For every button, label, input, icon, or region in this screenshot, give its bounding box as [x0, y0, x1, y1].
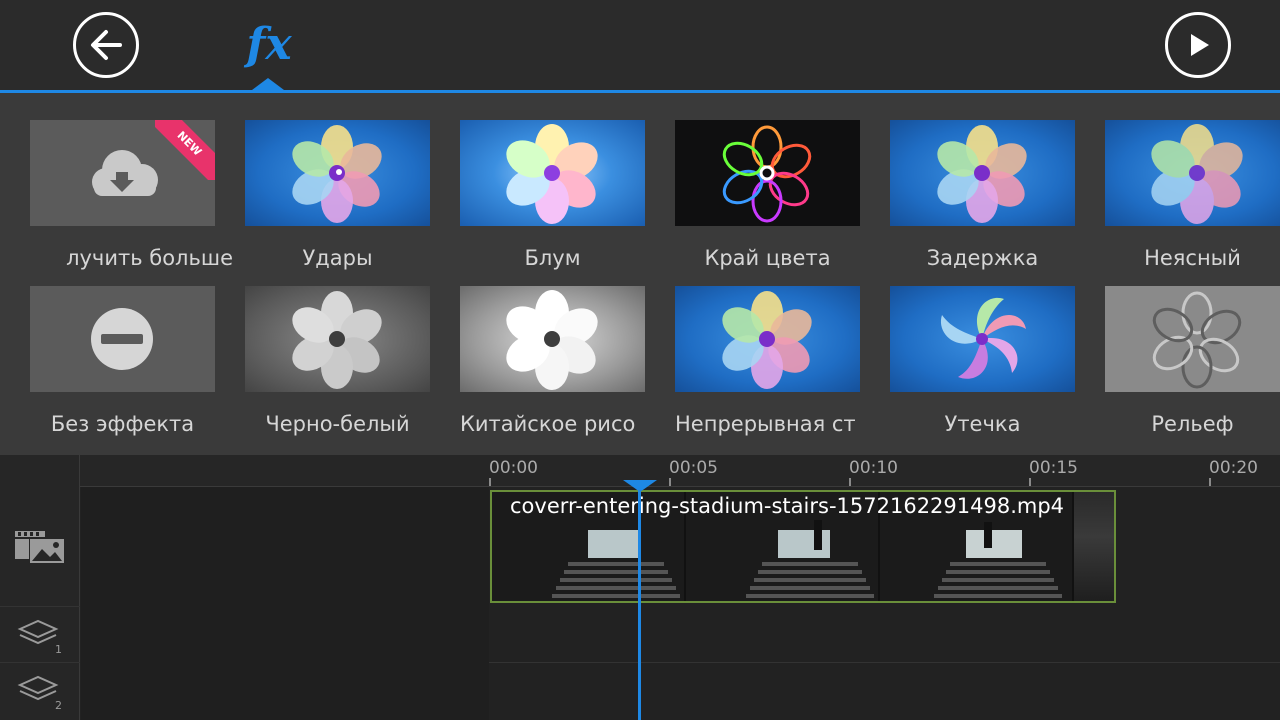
back-button[interactable] — [73, 12, 139, 78]
effect-label: Неясный — [1144, 246, 1241, 270]
svg-text:1: 1 — [55, 643, 62, 655]
clip-frame — [1074, 492, 1114, 601]
tick-label: 00:00 — [489, 458, 538, 478]
effect-thumbnail — [1105, 286, 1280, 392]
swirl-icon — [940, 297, 1026, 379]
pinwheel-icon — [292, 125, 382, 223]
tick — [669, 478, 671, 486]
effect-label: Рельеф — [1151, 412, 1234, 436]
pinwheel-icon — [937, 125, 1027, 223]
playhead[interactable] — [638, 483, 641, 720]
tick — [849, 478, 851, 486]
effect-thumbnail — [460, 286, 645, 392]
tab-fx[interactable]: fx — [238, 14, 300, 74]
effect-label: Черно-белый — [265, 412, 410, 436]
effect-thumbnail — [245, 120, 430, 226]
effect-label: Задержка — [926, 246, 1039, 270]
arrow-left-icon — [91, 30, 122, 60]
svg-text:2: 2 — [55, 699, 62, 711]
video-image-track-icon — [14, 529, 66, 565]
fx-label: fx — [246, 18, 292, 70]
pinwheel-icon — [722, 291, 812, 389]
effect-label: Удары — [302, 246, 373, 270]
effect-label: Непрерывная ст — [675, 412, 856, 436]
pinwheel-icon — [506, 290, 598, 390]
active-tab-indicator — [252, 78, 284, 90]
layer-track-2[interactable] — [489, 663, 1280, 720]
effect-thumbnail — [460, 120, 645, 226]
effect-label: Без эффекта — [50, 412, 195, 436]
tick-label: 00:10 — [849, 458, 898, 478]
effect-label: Край цвета — [704, 246, 831, 270]
tick-label: 00:05 — [669, 458, 718, 478]
effect-thumbnail: NEW — [30, 120, 215, 226]
video-track-header[interactable] — [0, 487, 80, 607]
pinwheel-outline-icon — [722, 125, 812, 223]
effect-label: Блум — [524, 246, 581, 270]
layer-track-1[interactable] — [489, 605, 1280, 663]
pinwheel-icon — [506, 124, 598, 224]
tick — [489, 478, 491, 486]
effect-thumbnail — [890, 286, 1075, 392]
track-header-column: 1 2 — [0, 455, 80, 720]
tick-label: 00:20 — [1209, 458, 1258, 478]
layers-icon: 2 — [16, 673, 64, 711]
effect-thumbnail — [675, 120, 860, 226]
tick-label: 00:15 — [1029, 458, 1078, 478]
effect-thumbnail — [890, 120, 1075, 226]
timeline-pre-area — [81, 487, 489, 720]
pinwheel-outline-icon — [1152, 291, 1242, 389]
no-entry-icon — [91, 308, 153, 370]
effect-label: лучить больше — [66, 246, 233, 270]
play-icon — [1191, 34, 1209, 56]
effect-label: Китайское рисо — [460, 412, 636, 436]
effect-thumbnail — [30, 286, 215, 392]
top-toolbar: fx — [0, 0, 1280, 90]
effect-label: Утечка — [944, 412, 1021, 436]
tick — [1029, 478, 1031, 486]
play-button[interactable] — [1165, 12, 1231, 78]
video-clip[interactable]: coverr-entering-stadium-stairs-157216229… — [490, 490, 1116, 603]
layer-track-header-1[interactable]: 1 — [0, 607, 80, 663]
effect-thumbnail — [675, 286, 860, 392]
effect-thumbnail — [245, 286, 430, 392]
clip-title: coverr-entering-stadium-stairs-157216229… — [510, 494, 1065, 518]
layers-icon: 1 — [16, 617, 64, 655]
effects-panel: NEW лучить больше Удары Блум Край цвета … — [0, 93, 1280, 455]
layer-track-header-2[interactable]: 2 — [0, 663, 80, 720]
new-badge: NEW — [155, 120, 215, 180]
pinwheel-icon — [292, 291, 382, 389]
effect-thumbnail — [1105, 120, 1280, 226]
tick — [1209, 478, 1211, 486]
time-ruler[interactable]: 00:00 00:05 00:10 00:15 00:20 — [80, 455, 1280, 487]
pinwheel-icon — [1151, 124, 1243, 224]
